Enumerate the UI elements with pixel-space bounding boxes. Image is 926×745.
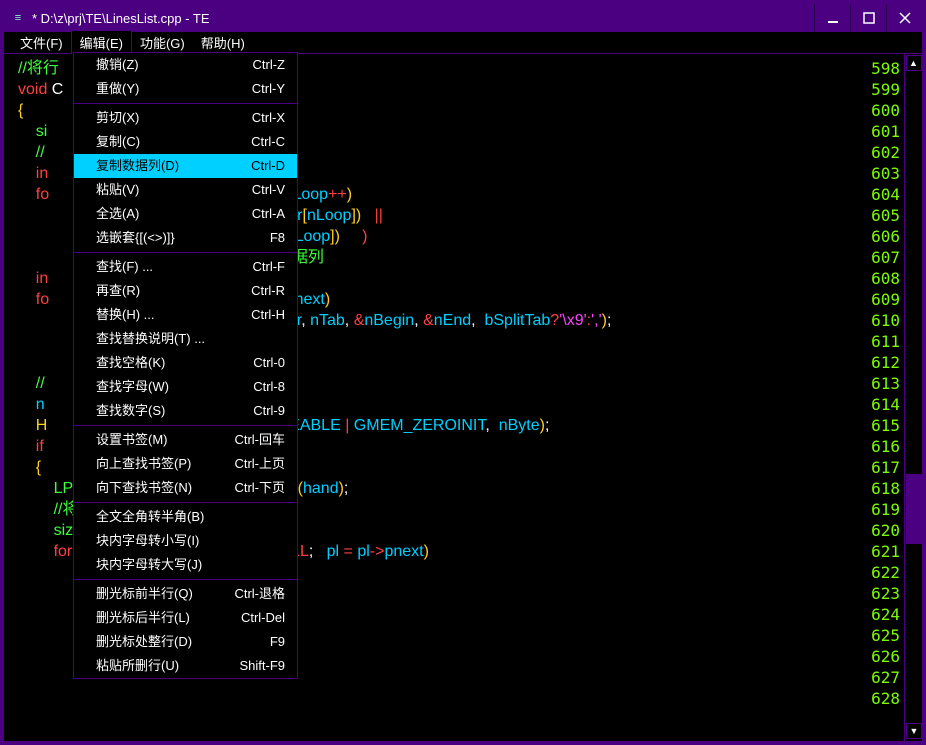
menu-entry-label: 选嵌套{[(<>)]} bbox=[96, 229, 175, 247]
menu-entry[interactable]: 重做(Y) Ctrl-Y bbox=[74, 77, 297, 101]
menu-entry-accel: Ctrl-Z bbox=[253, 56, 286, 74]
line-number-gutter: 598 599 600 601 602 603 604 605 606 607 … bbox=[862, 54, 904, 741]
menu-entry-accel: Ctrl-Y bbox=[252, 80, 285, 98]
menu-entry[interactable]: 全文全角转半角(B) bbox=[74, 505, 297, 529]
menu-entry-label: 向下查找书签(N) bbox=[96, 479, 192, 497]
menubar: 文件(F)编辑(E)功能(G)帮助(H) bbox=[4, 32, 922, 54]
menu-entry[interactable]: 设置书签(M) Ctrl-回车 bbox=[74, 428, 297, 452]
menu-entry-label: 剪切(X) bbox=[96, 109, 139, 127]
menu-entry-label: 删光标前半行(Q) bbox=[96, 585, 193, 603]
menu-entry-accel: Ctrl-D bbox=[251, 157, 285, 175]
menu-entry-accel: Ctrl-Del bbox=[241, 609, 285, 627]
menu-entry[interactable]: 查找字母(W) Ctrl-8 bbox=[74, 375, 297, 399]
menu-item-0[interactable]: 文件(F) bbox=[12, 31, 71, 54]
menu-entry-accel: F8 bbox=[270, 229, 285, 247]
menu-entry-label: 全选(A) bbox=[96, 205, 139, 223]
menu-entry[interactable]: 向上查找书签(P) Ctrl-上页 bbox=[74, 452, 297, 476]
menu-entry-label: 再查(R) bbox=[96, 282, 140, 300]
menu-separator bbox=[74, 502, 297, 503]
menu-entry[interactable]: 查找替换说明(T) ... bbox=[74, 327, 297, 351]
menu-entry-accel: Ctrl-F bbox=[253, 258, 286, 276]
close-button[interactable] bbox=[886, 4, 922, 32]
menu-entry[interactable]: 选嵌套{[(<>)]} F8 bbox=[74, 226, 297, 250]
menu-entry[interactable]: 删光标前半行(Q) Ctrl-退格 bbox=[74, 582, 297, 606]
menu-entry-label: 删光标后半行(L) bbox=[96, 609, 190, 627]
menu-entry-label: 设置书签(M) bbox=[96, 431, 168, 449]
menu-entry[interactable]: 复制(C) Ctrl-C bbox=[74, 130, 297, 154]
menu-entry-label: 全文全角转半角(B) bbox=[96, 508, 204, 526]
menu-entry-accel: Ctrl-A bbox=[252, 205, 285, 223]
scroll-down-arrow[interactable]: ▼ bbox=[906, 723, 922, 739]
menu-entry-label: 重做(Y) bbox=[96, 80, 139, 98]
menu-entry[interactable]: 全选(A) Ctrl-A bbox=[74, 202, 297, 226]
menu-entry-accel: Ctrl-C bbox=[251, 133, 285, 151]
menu-separator bbox=[74, 579, 297, 580]
menu-entry-label: 块内字母转大写(J) bbox=[96, 556, 202, 574]
menu-separator bbox=[74, 103, 297, 104]
menu-entry-accel: Ctrl-H bbox=[251, 306, 285, 324]
menu-entry-accel: Ctrl-R bbox=[251, 282, 285, 300]
menu-entry-label: 替换(H) ... bbox=[96, 306, 155, 324]
menu-entry[interactable]: 查找数字(S) Ctrl-9 bbox=[74, 399, 297, 423]
menu-separator bbox=[74, 252, 297, 253]
menu-entry-label: 向上查找书签(P) bbox=[96, 455, 191, 473]
menu-entry-label: 撤销(Z) bbox=[96, 56, 139, 74]
menu-entry[interactable]: 复制数据列(D) Ctrl-D bbox=[74, 154, 297, 178]
menu-entry-label: 查找数字(S) bbox=[96, 402, 165, 420]
titlebar[interactable]: ≡ * D:\z\prj\TE\LinesList.cpp - TE bbox=[4, 4, 922, 32]
menu-entry[interactable]: 块内字母转小写(I) bbox=[74, 529, 297, 553]
menu-entry[interactable]: 撤销(Z) Ctrl-Z bbox=[74, 53, 297, 77]
menu-entry-accel: Ctrl-X bbox=[252, 109, 285, 127]
menu-entry-accel: Ctrl-回车 bbox=[234, 431, 285, 449]
scroll-up-arrow[interactable]: ▲ bbox=[906, 55, 922, 71]
menu-entry-label: 复制数据列(D) bbox=[96, 157, 179, 175]
menu-entry[interactable]: 替换(H) ... Ctrl-H bbox=[74, 303, 297, 327]
menu-entry-accel: Shift-F9 bbox=[239, 657, 285, 675]
menu-entry-label: 块内字母转小写(I) bbox=[96, 532, 199, 550]
minimize-button[interactable] bbox=[814, 4, 850, 32]
menu-entry-label: 粘贴(V) bbox=[96, 181, 139, 199]
menu-entry-accel: Ctrl-9 bbox=[253, 402, 285, 420]
menu-item-2[interactable]: 功能(G) bbox=[132, 31, 193, 54]
menu-entry[interactable]: 粘贴所删行(U) Shift-F9 bbox=[74, 654, 297, 678]
scroll-thumb[interactable] bbox=[906, 474, 922, 544]
menu-entry[interactable]: 再查(R) Ctrl-R bbox=[74, 279, 297, 303]
vertical-scrollbar[interactable]: ▲ ▼ bbox=[904, 54, 922, 741]
menu-entry[interactable]: 查找(F) ... Ctrl-F bbox=[74, 255, 297, 279]
menu-entry-label: 复制(C) bbox=[96, 133, 140, 151]
window-buttons bbox=[814, 4, 922, 32]
menu-entry-accel: F9 bbox=[270, 633, 285, 651]
menu-entry-accel: Ctrl-上页 bbox=[234, 455, 285, 473]
app-icon: ≡ bbox=[10, 10, 26, 26]
menu-entry[interactable]: 查找空格(K) Ctrl-0 bbox=[74, 351, 297, 375]
window-title: * D:\z\prj\TE\LinesList.cpp - TE bbox=[32, 11, 814, 26]
menu-entry[interactable]: 粘贴(V) Ctrl-V bbox=[74, 178, 297, 202]
menu-entry-accel: Ctrl-V bbox=[252, 181, 285, 199]
menu-separator bbox=[74, 425, 297, 426]
menu-entry-label: 粘贴所删行(U) bbox=[96, 657, 179, 675]
menu-entry-label: 查找(F) ... bbox=[96, 258, 153, 276]
menu-entry-label: 查找替换说明(T) ... bbox=[96, 330, 205, 348]
menu-entry[interactable]: 块内字母转大写(J) bbox=[74, 553, 297, 577]
menu-entry-label: 查找字母(W) bbox=[96, 378, 169, 396]
menu-entry[interactable]: 向下查找书签(N) Ctrl-下页 bbox=[74, 476, 297, 500]
menu-entry-label: 删光标处整行(D) bbox=[96, 633, 192, 651]
menu-item-3[interactable]: 帮助(H) bbox=[193, 31, 253, 54]
menu-entry[interactable]: 删光标处整行(D) F9 bbox=[74, 630, 297, 654]
menu-entry-accel: Ctrl-8 bbox=[253, 378, 285, 396]
menu-entry-accel: Ctrl-0 bbox=[253, 354, 285, 372]
menu-entry-accel: Ctrl-下页 bbox=[234, 479, 285, 497]
menu-entry-accel: Ctrl-退格 bbox=[234, 585, 285, 603]
menu-entry[interactable]: 剪切(X) Ctrl-X bbox=[74, 106, 297, 130]
menu-entry[interactable]: 删光标后半行(L) Ctrl-Del bbox=[74, 606, 297, 630]
menu-entry-label: 查找空格(K) bbox=[96, 354, 165, 372]
edit-menu-dropdown: 撤销(Z) Ctrl-Z 重做(Y) Ctrl-Y 剪切(X) Ctrl-X 复制(C) Ct… bbox=[73, 52, 298, 679]
maximize-button[interactable] bbox=[850, 4, 886, 32]
